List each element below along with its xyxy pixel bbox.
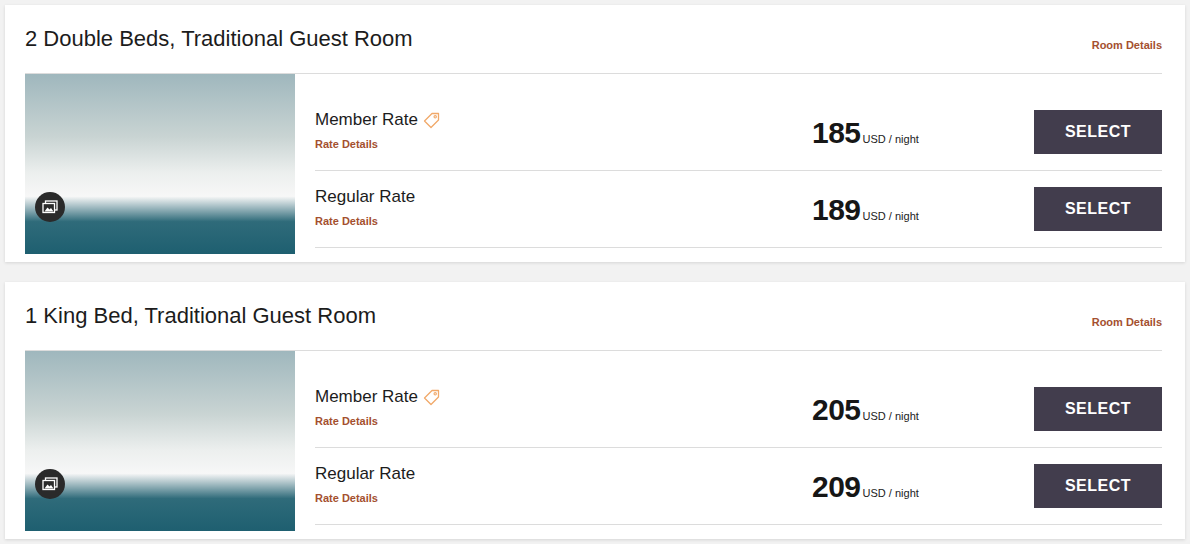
rate-details-link[interactable]: Rate Details [315,490,378,507]
rate-row: Regular RateRate Details189USD / nightSE… [315,171,1162,248]
room-body: Member RateRate Details185USD / nightSEL… [25,74,1162,254]
rate-name-block: Member Rate Rate Details [315,386,812,432]
room-title: 1 King Bed, Traditional Guest Room [25,302,376,330]
rate-name: Regular Rate [315,186,415,208]
price-unit: USD / night [863,485,919,502]
select-button[interactable]: SELECT [1034,464,1162,508]
rate-row: Regular RateRate Details209USD / nightSE… [315,448,1162,525]
rate-label: Regular Rate [315,463,812,485]
room-card: 2 Double Beds, Traditional Guest Room Roo… [5,5,1185,262]
price-amount: 205 [812,387,861,432]
room-photo[interactable] [25,74,295,254]
room-title: 2 Double Beds, Traditional Guest Room [25,25,413,53]
room-photo[interactable] [25,351,295,531]
rate-name: Member Rate [315,386,418,408]
rate-label: Member Rate [315,109,812,131]
price-amount: 185 [812,110,861,155]
rate-label: Regular Rate [315,186,812,208]
rate-label: Member Rate [315,386,812,408]
rate-name: Member Rate [315,109,418,131]
member-tag-icon [423,112,440,129]
rate-name-block: Member Rate Rate Details [315,109,812,155]
rate-details-link[interactable]: Rate Details [315,136,378,153]
price-amount: 209 [812,464,861,509]
price-unit: USD / night [863,131,919,148]
rate-name: Regular Rate [315,463,415,485]
select-button[interactable]: SELECT [1034,110,1162,154]
rate-price: 185USD / night [812,110,1034,155]
rate-name-block: Regular Rate Rate Details [315,463,812,509]
gallery-button[interactable] [35,469,65,499]
room-card: 1 King Bed, Traditional Guest Room Room D… [5,282,1185,539]
rate-name-block: Regular Rate Rate Details [315,186,812,232]
room-details-link[interactable]: Room Details [1092,314,1162,331]
gallery-icon [42,477,58,491]
rate-list: Member RateRate Details205USD / nightSEL… [315,351,1162,531]
select-button[interactable]: SELECT [1034,387,1162,431]
rate-details-link[interactable]: Rate Details [315,213,378,230]
rate-details-link[interactable]: Rate Details [315,413,378,430]
select-button[interactable]: SELECT [1034,187,1162,231]
room-header: 1 King Bed, Traditional Guest Room Room D… [25,282,1162,351]
rate-price: 209USD / night [812,464,1034,509]
gallery-icon [42,200,58,214]
room-header: 2 Double Beds, Traditional Guest Room Roo… [25,5,1162,74]
room-body: Member RateRate Details205USD / nightSEL… [25,351,1162,531]
price-amount: 189 [812,187,861,232]
gallery-button[interactable] [35,192,65,222]
rate-row: Member RateRate Details185USD / nightSEL… [315,94,1162,171]
room-details-link[interactable]: Room Details [1092,37,1162,54]
member-tag-icon [423,389,440,406]
rate-price: 189USD / night [812,187,1034,232]
room-list: 2 Double Beds, Traditional Guest Room Roo… [0,0,1190,539]
price-unit: USD / night [863,208,919,225]
rate-list: Member RateRate Details185USD / nightSEL… [315,74,1162,254]
price-unit: USD / night [863,408,919,425]
rate-row: Member RateRate Details205USD / nightSEL… [315,371,1162,448]
rate-price: 205USD / night [812,387,1034,432]
